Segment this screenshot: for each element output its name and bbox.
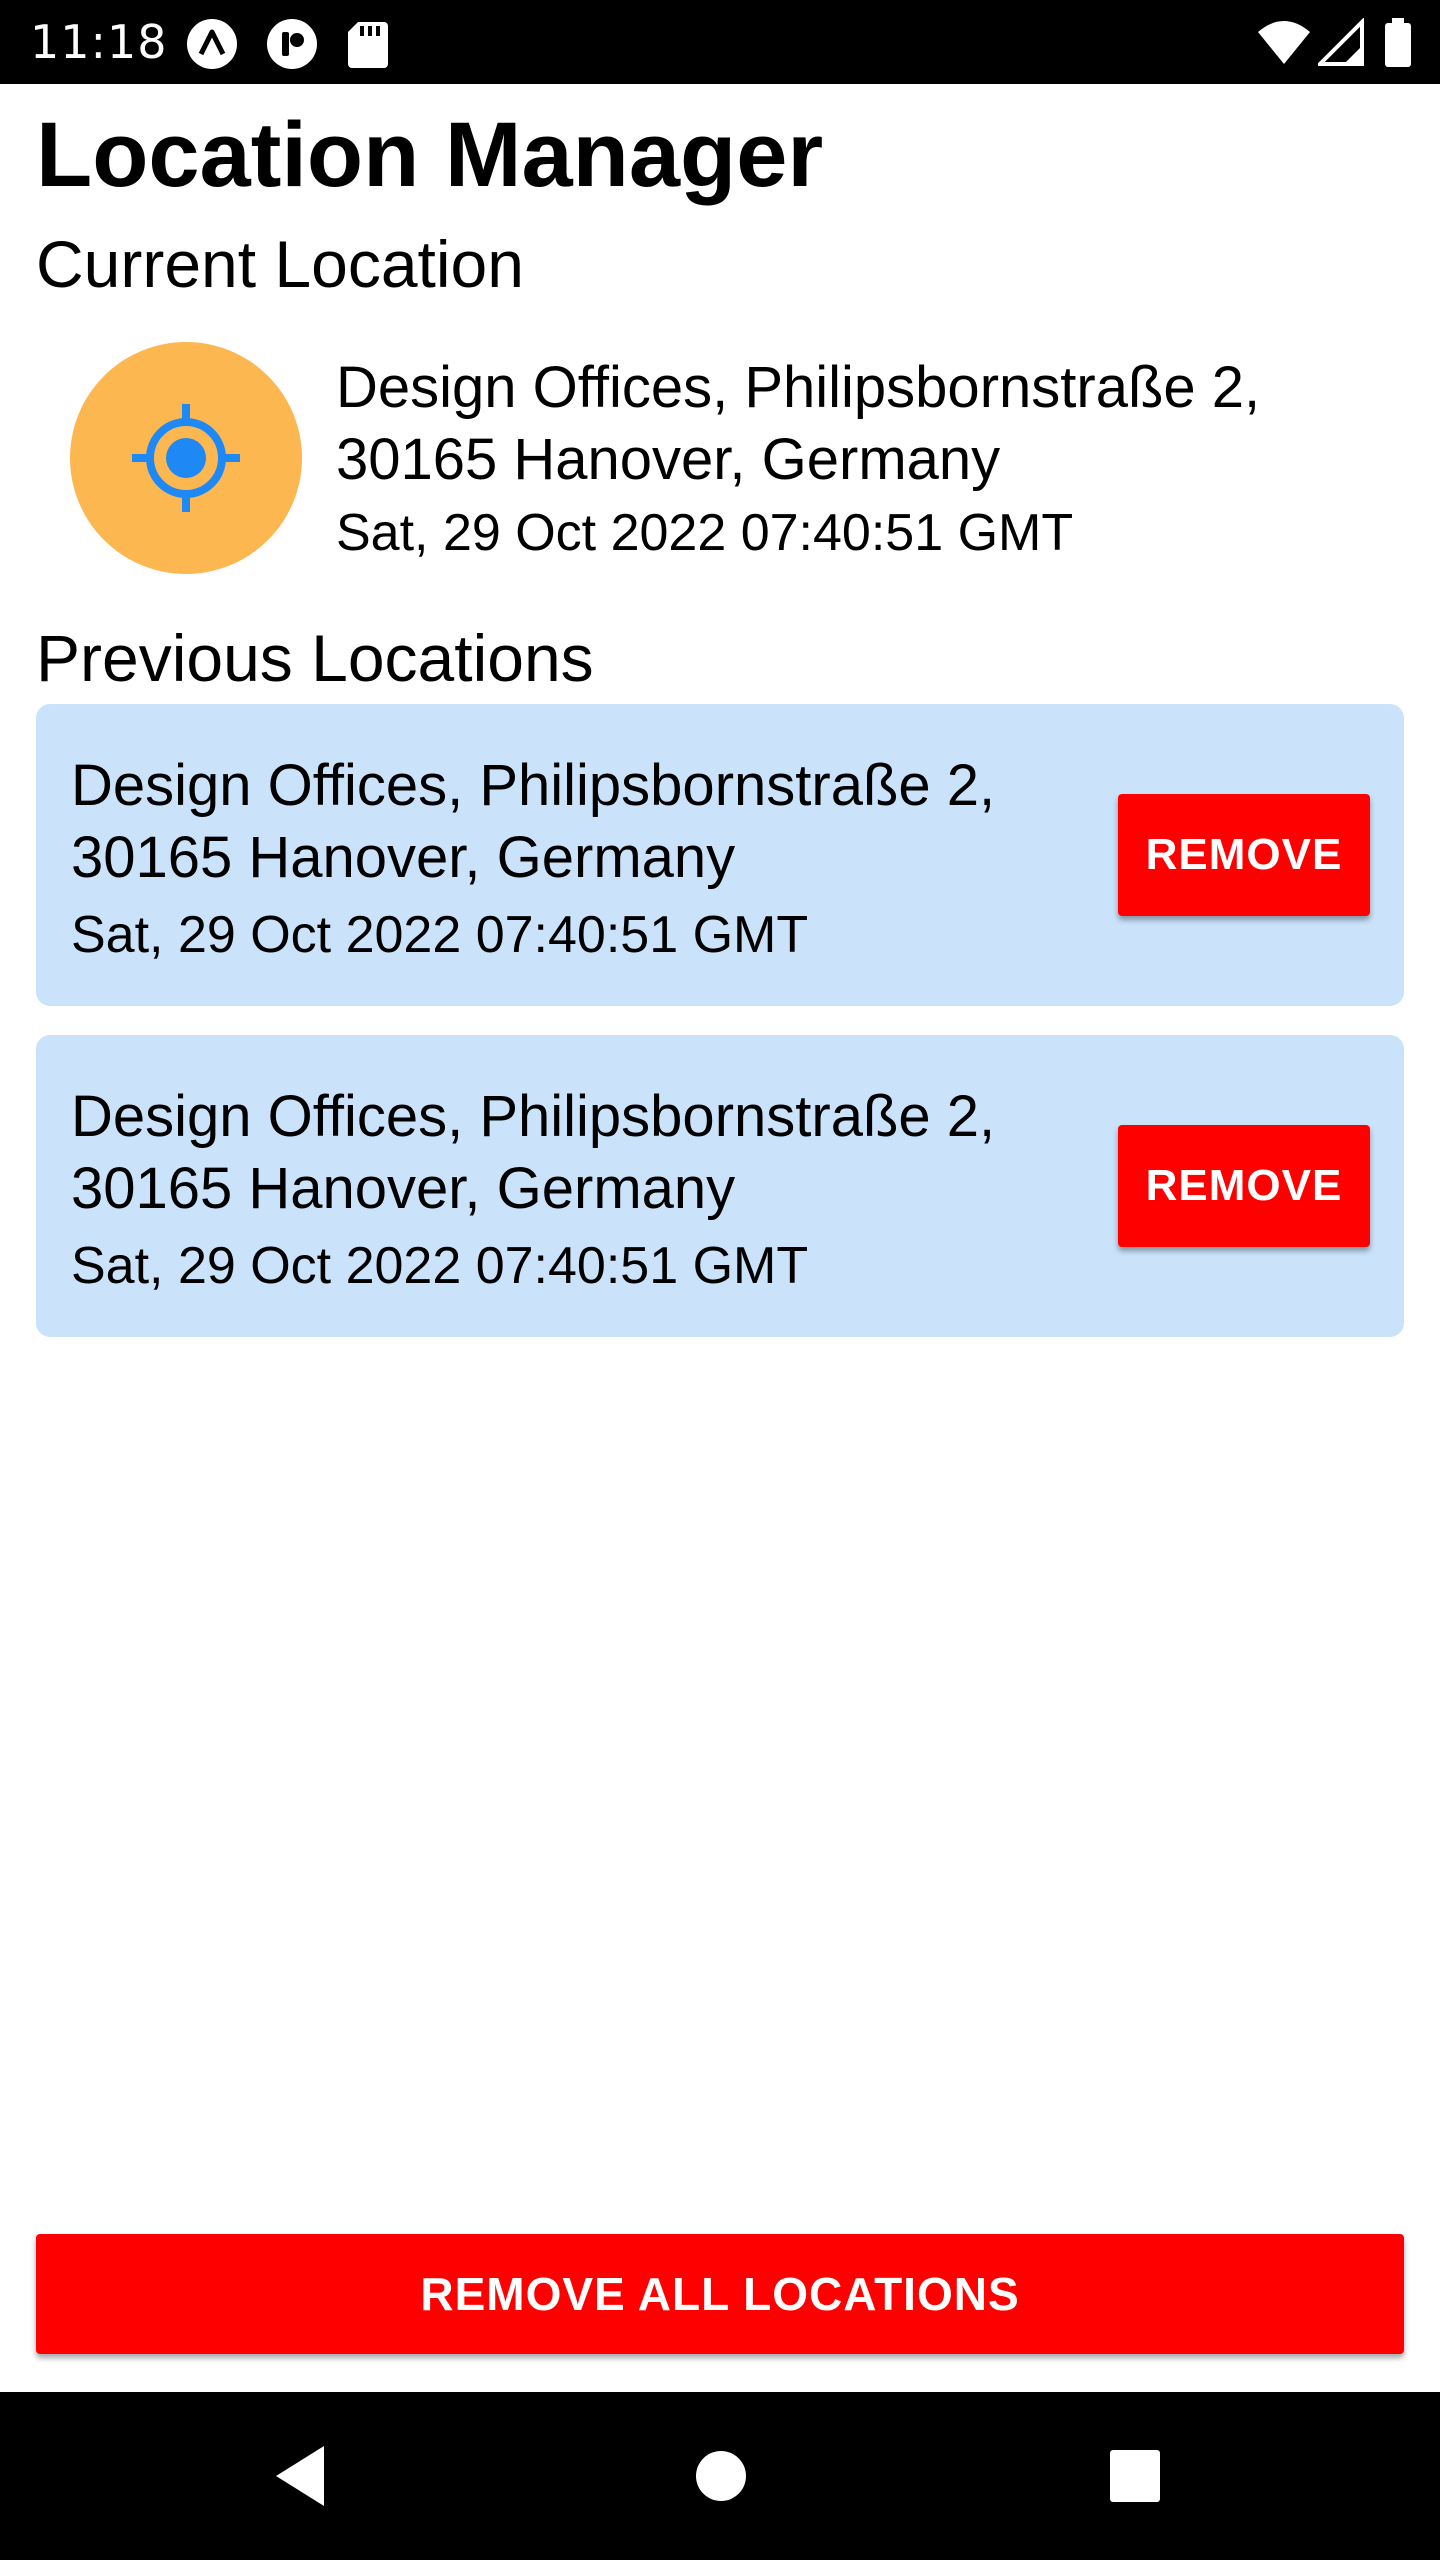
home-icon[interactable] (694, 2442, 748, 2515)
wifi-icon (1256, 18, 1312, 68)
location-address: Design Offices, Philipsbornstraße 2, 301… (71, 1084, 996, 1221)
current-location: Design Offices, Philipsbornstraße 2, 301… (70, 342, 1370, 574)
page-title: Location Manager (36, 104, 824, 206)
navigation-bar (0, 2392, 1440, 2560)
remove-button[interactable]: REMOVE (1118, 794, 1370, 916)
signal-icon (1315, 17, 1364, 68)
current-timestamp: Sat, 29 Oct 2022 07:40:51 GMT (336, 504, 1074, 562)
expo-icon (186, 18, 238, 70)
current-address: Design Offices, Philipsbornstraße 2, 301… (336, 355, 1261, 492)
recorder-icon (266, 18, 318, 70)
recents-icon[interactable] (1108, 2442, 1162, 2515)
remove-button[interactable]: REMOVE (1118, 1125, 1370, 1247)
current-location-heading: Current Location (36, 227, 524, 301)
location-crosshair-icon (70, 342, 302, 574)
location-timestamp: Sat, 29 Oct 2022 07:40:51 GMT (71, 1237, 809, 1295)
status-time: 11:18 (30, 15, 168, 69)
location-timestamp: Sat, 29 Oct 2022 07:40:51 GMT (71, 906, 809, 964)
location-address: Design Offices, Philipsbornstraße 2, 301… (71, 753, 996, 890)
location-card: Design Offices, Philipsbornstraße 2, 301… (36, 704, 1404, 1006)
back-icon[interactable] (270, 2442, 330, 2515)
sd-card-icon (346, 18, 398, 70)
remove-all-locations-button[interactable]: REMOVE ALL LOCATIONS (36, 2234, 1404, 2354)
battery-icon (1384, 18, 1412, 68)
previous-locations-heading: Previous Locations (36, 621, 594, 695)
location-card: Design Offices, Philipsbornstraße 2, 301… (36, 1035, 1404, 1337)
status-bar: 11:18 (0, 0, 1440, 84)
